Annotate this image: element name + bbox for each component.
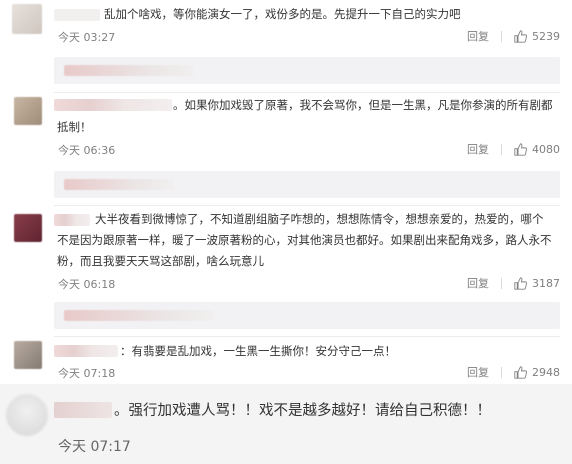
- reply-button[interactable]: 回复: [467, 141, 489, 157]
- comment-text-line: 。如果你加戏毁了原著，我不会骂你，但是一生黑，凡是你参演的所有剧都: [173, 98, 553, 112]
- thumbs-up-icon: [514, 276, 527, 290]
- avatar[interactable]: [14, 341, 42, 369]
- username-blurred[interactable]: [54, 345, 118, 357]
- sub-reply-blurred[interactable]: [54, 171, 560, 198]
- reply-button[interactable]: 回复: [467, 28, 489, 44]
- divider: [54, 92, 560, 93]
- bottom-comment-panel: 。强行加戏遭人骂！！戏不是越多越好！请给自己积德！！ 今天 07:17: [0, 384, 572, 464]
- blurred-reply-content: [64, 179, 174, 190]
- comment-actions: 回复 3187: [467, 275, 560, 291]
- blurred-reply-content: [64, 310, 214, 321]
- username-blurred[interactable]: [54, 9, 100, 21]
- blurred-reply-content: [64, 65, 194, 76]
- comment-text-line: 粉，而且我要天天骂这部剧，啥么玩意儿: [57, 254, 264, 268]
- comment-time: 今天 06:18: [58, 278, 116, 291]
- comment-actions: 回复 4080: [467, 141, 560, 157]
- comment-actions: 回复 2948: [467, 364, 560, 380]
- username-blurred[interactable]: [54, 214, 90, 226]
- sub-reply-blurred[interactable]: [54, 57, 560, 84]
- divider: [54, 336, 560, 337]
- comment-text: 乱加个啥戏，等你能演女一了，戏份多的是。先提升一下自己的实力吧: [104, 7, 461, 21]
- avatar[interactable]: [12, 4, 42, 34]
- like-count: 2948: [532, 365, 560, 379]
- like-count: 3187: [532, 276, 560, 290]
- reply-button[interactable]: 回复: [467, 364, 489, 380]
- avatar[interactable]: [6, 394, 48, 436]
- comment-actions: 回复 5239: [467, 28, 560, 44]
- action-divider: [501, 30, 502, 42]
- comment-text-line: 大半夜看到微博惊了，不知道剧组脑子咋想的，想想陈情令，想想亲爱的，热爱的，哪个: [95, 212, 544, 226]
- like-button[interactable]: 5239: [514, 30, 560, 43]
- thumbs-up-icon: [514, 365, 527, 379]
- reply-button[interactable]: 回复: [467, 275, 489, 291]
- comment-text: 。强行加戏遭人骂！！戏不是越多越好！请给自己积德！！: [114, 403, 491, 419]
- action-divider: [501, 277, 502, 289]
- comment-time: 今天 07:17: [58, 439, 131, 455]
- thumbs-up-icon: [514, 29, 527, 43]
- thumbs-up-icon: [514, 142, 527, 156]
- comment-text: ：有翡要是乱加戏，一生黑一生撕你！安分守己一点！: [120, 344, 396, 358]
- avatar[interactable]: [14, 214, 42, 242]
- action-divider: [501, 366, 502, 378]
- like-button[interactable]: 4080: [514, 143, 560, 156]
- divider: [54, 205, 560, 206]
- username-blurred[interactable]: [54, 99, 172, 111]
- comment-text-line: 不是因为跟原著一样，暖了一波原著粉的心，对其他演员也都好。如果剧出来配角戏多，路…: [57, 233, 552, 247]
- action-divider: [501, 143, 502, 155]
- comment-time: 今天 03:27: [58, 31, 116, 44]
- avatar[interactable]: [14, 97, 42, 125]
- comment-time: 今天 06:36: [58, 144, 116, 157]
- like-button[interactable]: 2948: [514, 366, 560, 379]
- comment-text-line: 抵制！: [57, 120, 92, 134]
- like-count: 5239: [532, 29, 560, 43]
- username-blurred[interactable]: [54, 402, 112, 418]
- sub-reply-blurred[interactable]: [54, 302, 560, 329]
- like-button[interactable]: 3187: [514, 277, 560, 290]
- comment-time: 今天 07:18: [58, 367, 116, 380]
- like-count: 4080: [532, 142, 560, 156]
